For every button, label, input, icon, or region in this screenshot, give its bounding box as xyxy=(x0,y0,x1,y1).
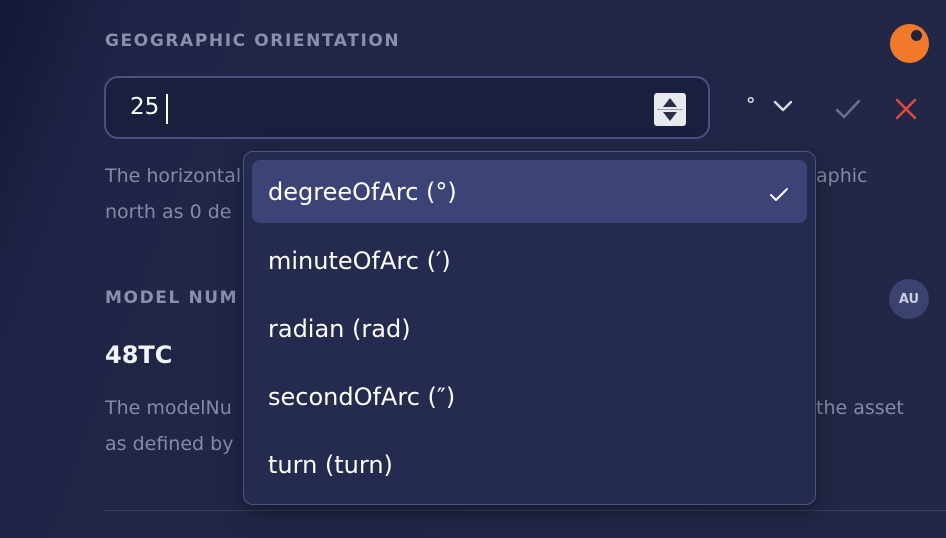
orientation-label: GEOGRAPHIC ORIENTATION xyxy=(105,31,401,51)
orientation-input[interactable] xyxy=(104,76,710,139)
spinner-up-icon[interactable] xyxy=(663,98,677,107)
unit-option-second[interactable]: secondOfArc (″) xyxy=(252,365,807,428)
status-indicator-icon xyxy=(890,24,929,63)
number-spinner[interactable] xyxy=(654,93,686,126)
option-label: turn (turn) xyxy=(268,450,393,479)
unit-option-turn[interactable]: turn (turn) xyxy=(252,433,807,496)
close-icon[interactable] xyxy=(893,96,919,126)
description-line: The horizontal xyxy=(105,165,242,187)
model-description: The modelNu as defined by xyxy=(105,390,233,462)
unit-option-radian[interactable]: radian (rad) xyxy=(252,297,807,360)
model-value: 48TC xyxy=(105,341,173,369)
option-label: degreeOfArc (°) xyxy=(268,177,457,206)
spinner-divider xyxy=(657,109,683,110)
spinner-down-icon[interactable] xyxy=(663,112,677,121)
orientation-input-value[interactable]: 25 xyxy=(130,94,159,120)
option-label: radian (rad) xyxy=(268,314,411,343)
option-label: minuteOfArc (′) xyxy=(268,246,451,275)
avatar[interactable]: AU xyxy=(889,279,929,319)
text-caret xyxy=(166,94,168,124)
unit-dropdown-menu: degreeOfArc (°) minuteOfArc (′) radian (… xyxy=(243,151,816,505)
orientation-description-end: aphic xyxy=(816,165,868,187)
description-line: north as 0 de xyxy=(105,201,232,223)
unit-option-minute[interactable]: minuteOfArc (′) xyxy=(252,229,807,292)
model-description-end: the asset xyxy=(816,397,904,419)
unit-option-degree[interactable]: degreeOfArc (°) xyxy=(252,160,807,223)
check-icon xyxy=(769,182,789,210)
check-icon[interactable] xyxy=(834,96,862,126)
model-label: MODEL NUM xyxy=(105,288,239,308)
section-divider xyxy=(105,510,946,511)
chevron-down-icon[interactable] xyxy=(772,98,794,118)
description-line: The modelNu xyxy=(105,397,232,419)
description-line: as defined by xyxy=(105,433,234,455)
unit-symbol[interactable]: ° xyxy=(746,94,756,116)
orientation-description: The horizontal north as 0 de xyxy=(105,158,241,230)
option-label: secondOfArc (″) xyxy=(268,382,456,411)
